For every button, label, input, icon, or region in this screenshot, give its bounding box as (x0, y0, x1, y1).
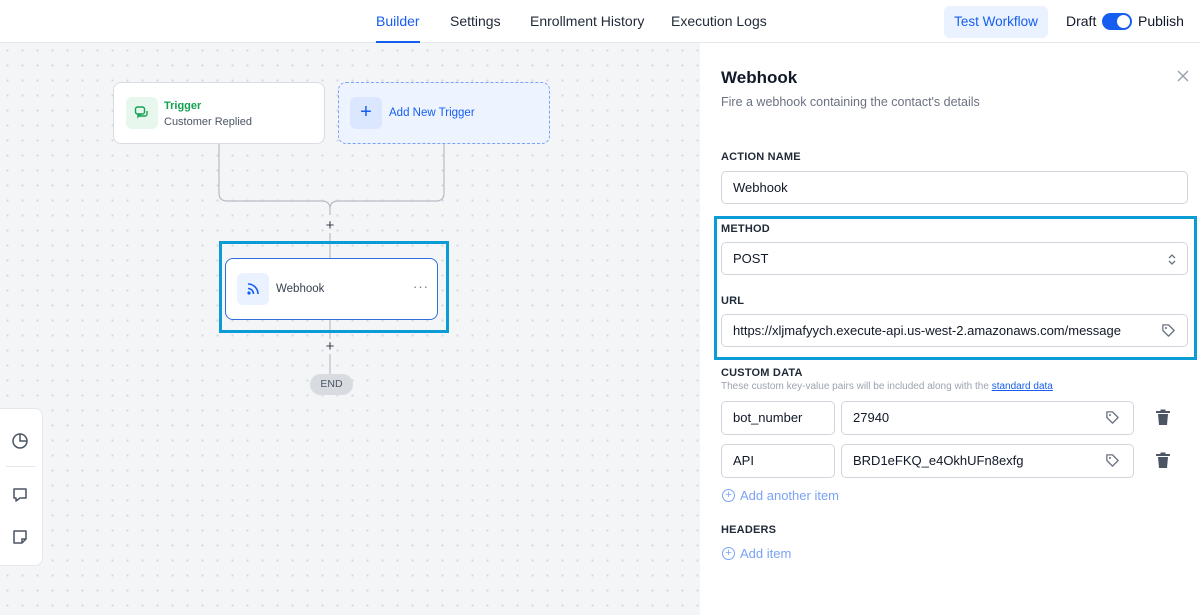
tab-builder[interactable]: Builder (376, 0, 420, 43)
action-settings-panel: Webhook Fire a webhook containing the co… (700, 43, 1200, 615)
custom-data-key-input[interactable]: API (721, 444, 835, 478)
trash-icon[interactable] (1155, 409, 1171, 426)
panel-subtitle: Fire a webhook containing the contact's … (721, 95, 980, 109)
custom-data-description: These custom key-value pairs will be inc… (721, 381, 1053, 392)
add-new-trigger-button[interactable]: + Add New Trigger (338, 82, 550, 144)
standard-data-link[interactable]: standard data (992, 381, 1053, 392)
tag-icon[interactable] (1161, 323, 1176, 338)
node-menu-icon[interactable]: ··· (413, 279, 429, 294)
end-marker: END (310, 374, 353, 395)
add-step-button[interactable]: + (323, 218, 337, 233)
action-name-input[interactable]: Webhook (721, 171, 1188, 204)
custom-data-key-input[interactable]: bot_number (721, 401, 835, 435)
custom-data-value-input[interactable]: BRD1eFKQ_e4OkhUFn8exfg (841, 444, 1134, 478)
chat-bubbles-icon (126, 97, 158, 129)
plus-circle-icon: + (722, 547, 735, 560)
tab-settings[interactable]: Settings (450, 0, 501, 43)
url-input-value: https://xljmafyych.execute-api.us-west-2… (733, 323, 1121, 338)
tab-execution-logs[interactable]: Execution Logs (671, 0, 767, 43)
tag-icon[interactable] (1105, 410, 1120, 425)
webhook-node-label: Webhook (276, 283, 325, 295)
tag-icon[interactable] (1105, 453, 1120, 468)
top-bar: Builder Settings Enrollment History Exec… (0, 0, 1200, 43)
method-label: METHOD (721, 223, 770, 235)
plus-icon: + (350, 97, 382, 129)
custom-data-label: CUSTOM DATA (721, 367, 803, 379)
url-label: URL (721, 295, 745, 307)
headers-label: HEADERS (721, 524, 777, 536)
add-another-item-button[interactable]: + Add another item (722, 488, 839, 503)
rss-icon (237, 273, 269, 305)
custom-data-value-text: BRD1eFKQ_e4OkhUFn8exfg (853, 453, 1024, 468)
custom-data-desc-text: These custom key-value pairs will be inc… (721, 381, 989, 392)
close-icon[interactable] (1176, 69, 1190, 83)
method-select[interactable]: POST (721, 242, 1188, 275)
workflow-canvas[interactable]: Trigger Customer Replied + Add New Trigg… (0, 43, 700, 615)
webhook-node[interactable]: Webhook ··· (225, 258, 438, 320)
pie-chart-icon[interactable] (11, 432, 29, 450)
action-name-label: ACTION NAME (721, 151, 801, 163)
custom-data-value-text: 27940 (853, 410, 890, 425)
plus-circle-icon: + (722, 489, 735, 502)
trigger-title: Trigger (164, 100, 202, 112)
select-arrows-icon (1168, 254, 1176, 265)
draft-label: Draft (1066, 13, 1097, 29)
publish-label: Publish (1138, 13, 1184, 29)
trigger-node[interactable]: Trigger Customer Replied (113, 82, 325, 144)
sticky-note-icon[interactable] (11, 528, 29, 546)
add-step-button-2[interactable]: + (323, 339, 337, 354)
add-header-item-button[interactable]: + Add item (722, 546, 791, 561)
method-select-value: POST (733, 251, 769, 266)
toolbar-divider (6, 466, 36, 467)
publish-toggle[interactable] (1102, 13, 1132, 30)
comment-icon[interactable] (11, 486, 29, 504)
trigger-subtitle: Customer Replied (164, 116, 253, 128)
add-another-item-label: Add another item (740, 488, 840, 503)
url-input[interactable]: https://xljmafyych.execute-api.us-west-2… (721, 314, 1188, 347)
add-new-trigger-label: Add New Trigger (389, 107, 475, 119)
trash-icon[interactable] (1155, 452, 1171, 469)
test-workflow-button[interactable]: Test Workflow (944, 6, 1048, 38)
add-item-label: Add item (740, 546, 792, 561)
panel-title: Webhook (721, 68, 798, 87)
canvas-toolbar (0, 408, 43, 566)
tab-enrollment-history[interactable]: Enrollment History (530, 0, 644, 43)
custom-data-value-input[interactable]: 27940 (841, 401, 1134, 435)
